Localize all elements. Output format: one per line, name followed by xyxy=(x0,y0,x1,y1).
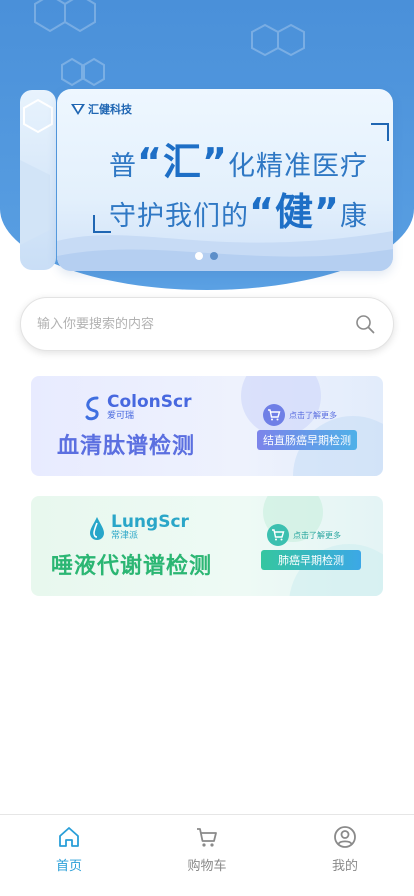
learn-more-link[interactable]: 点击了解更多 xyxy=(263,404,337,426)
tab-home[interactable]: 首页 xyxy=(0,815,138,896)
product-tag[interactable]: 肺癌早期检测 xyxy=(261,550,361,570)
banner-text: 普 xyxy=(109,151,137,182)
banner-highlight: “健” xyxy=(249,190,340,234)
hexagon-pattern-icon xyxy=(251,23,305,57)
brand-name-en: LungScr xyxy=(111,512,189,532)
learn-more-text: 点击了解更多 xyxy=(289,410,337,420)
home-icon xyxy=(59,827,79,847)
product-card-colonscr[interactable]: ColonScr 爱可瑞 血清肽谱检测 点击了解更多 结直肠癌早期检测 xyxy=(31,376,383,476)
carousel-dots xyxy=(195,252,218,260)
banner-text: 守护我们的 xyxy=(109,201,249,232)
cart-icon xyxy=(263,404,285,426)
tab-label: 购物车 xyxy=(187,859,227,874)
promo-banner[interactable]: 汇健科技 普“汇”化精准医疗 守护我们的“健”康 xyxy=(57,89,393,271)
cart-icon xyxy=(267,524,289,546)
product-card-lungscr[interactable]: LungScr 常津派 唾液代谢谱检测 点击了解更多 肺癌早期检测 xyxy=(31,496,383,596)
lungscr-logo-icon xyxy=(90,516,104,540)
banner-text: 康 xyxy=(339,201,368,232)
colonscr-logo-icon xyxy=(85,396,99,420)
logo-mark-icon xyxy=(71,103,85,115)
banner-logo-text: 汇健科技 xyxy=(88,103,132,116)
hexagon-pattern-icon xyxy=(34,0,96,33)
product-title: 唾液代谢谱检测 xyxy=(51,554,213,579)
cart-icon xyxy=(197,828,217,847)
banner-text: 化精准医疗 xyxy=(227,151,368,182)
brand-name-cn: 常津派 xyxy=(111,531,139,541)
user-icon xyxy=(334,826,356,848)
brand-name-cn: 爱可瑞 xyxy=(107,411,135,421)
banner-logo: 汇健科技 xyxy=(71,101,132,117)
learn-more-text: 点击了解更多 xyxy=(293,530,341,540)
bottom-tab-bar: 首页 购物车 我的 xyxy=(0,814,414,896)
product-brand: ColonScr 爱可瑞 xyxy=(83,394,191,421)
learn-more-link[interactable]: 点击了解更多 xyxy=(267,524,341,546)
carousel-dot-active[interactable] xyxy=(195,252,203,260)
tab-cart[interactable]: 购物车 xyxy=(138,815,276,896)
brand-name-en: ColonScr xyxy=(107,392,192,412)
tab-profile[interactable]: 我的 xyxy=(276,815,414,896)
banner-highlight: “汇” xyxy=(137,140,228,184)
corner-bracket-top-right xyxy=(371,123,389,141)
banner-previous-peek[interactable] xyxy=(20,90,56,270)
product-title: 血清肽谱检测 xyxy=(57,434,196,459)
banner-headline-1: 普“汇”化精准医疗 xyxy=(109,131,368,186)
tab-label: 我的 xyxy=(331,859,358,874)
carousel-dot[interactable] xyxy=(210,252,218,260)
banner-headline-2: 守护我们的“健”康 xyxy=(109,181,368,236)
search-bar[interactable] xyxy=(20,297,394,351)
search-input[interactable] xyxy=(37,298,337,350)
hexagon-decor-icon xyxy=(20,98,53,245)
search-icon[interactable] xyxy=(355,314,375,334)
tab-label: 首页 xyxy=(55,859,82,874)
product-tag[interactable]: 结直肠癌早期检测 xyxy=(257,430,357,450)
product-brand: LungScr 常津派 xyxy=(87,514,189,541)
